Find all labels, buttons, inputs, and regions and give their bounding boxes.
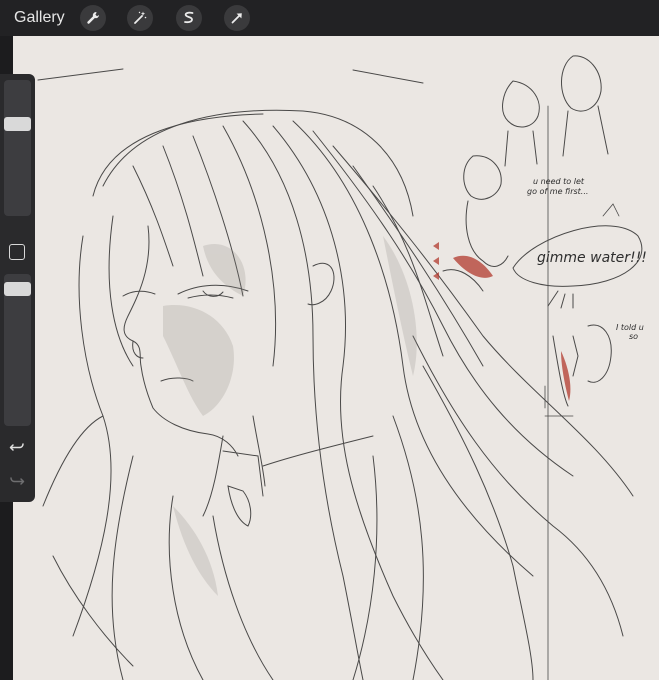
undo-button[interactable] xyxy=(8,438,26,456)
note-gimme-water: gimme water!!! xyxy=(537,250,647,266)
top-toolbar: Gallery xyxy=(0,0,659,36)
brush-size-handle[interactable] xyxy=(4,117,31,131)
opacity-slider[interactable] xyxy=(4,274,31,426)
note-let-go-line2: go of me first... xyxy=(527,187,588,196)
redo-icon xyxy=(10,477,25,485)
sketch-artwork: u need to let go of me first... gimme wa… xyxy=(37,55,647,680)
undo-icon xyxy=(9,443,24,451)
selection-button[interactable] xyxy=(176,5,202,31)
drawing-canvas[interactable]: u need to let go of me first... gimme wa… xyxy=(13,36,659,680)
note-told-u-line1: I told u xyxy=(616,323,644,332)
note-let-go-line1: u need to let xyxy=(533,177,585,186)
opacity-handle[interactable] xyxy=(4,282,31,296)
redo-button[interactable] xyxy=(8,472,26,490)
note-told-u-line2: so xyxy=(629,332,638,341)
wrench-icon xyxy=(87,12,99,24)
selection-icon xyxy=(184,11,194,24)
transform-arrow-icon xyxy=(231,13,242,24)
transform-button[interactable] xyxy=(224,5,250,31)
brush-sidebar xyxy=(0,74,35,502)
gallery-button[interactable]: Gallery xyxy=(14,8,65,28)
modify-button[interactable] xyxy=(9,244,25,260)
magic-wand-icon xyxy=(134,11,147,24)
actions-button[interactable] xyxy=(80,5,106,31)
brush-size-slider[interactable] xyxy=(4,80,31,216)
adjustments-button[interactable] xyxy=(127,5,153,31)
